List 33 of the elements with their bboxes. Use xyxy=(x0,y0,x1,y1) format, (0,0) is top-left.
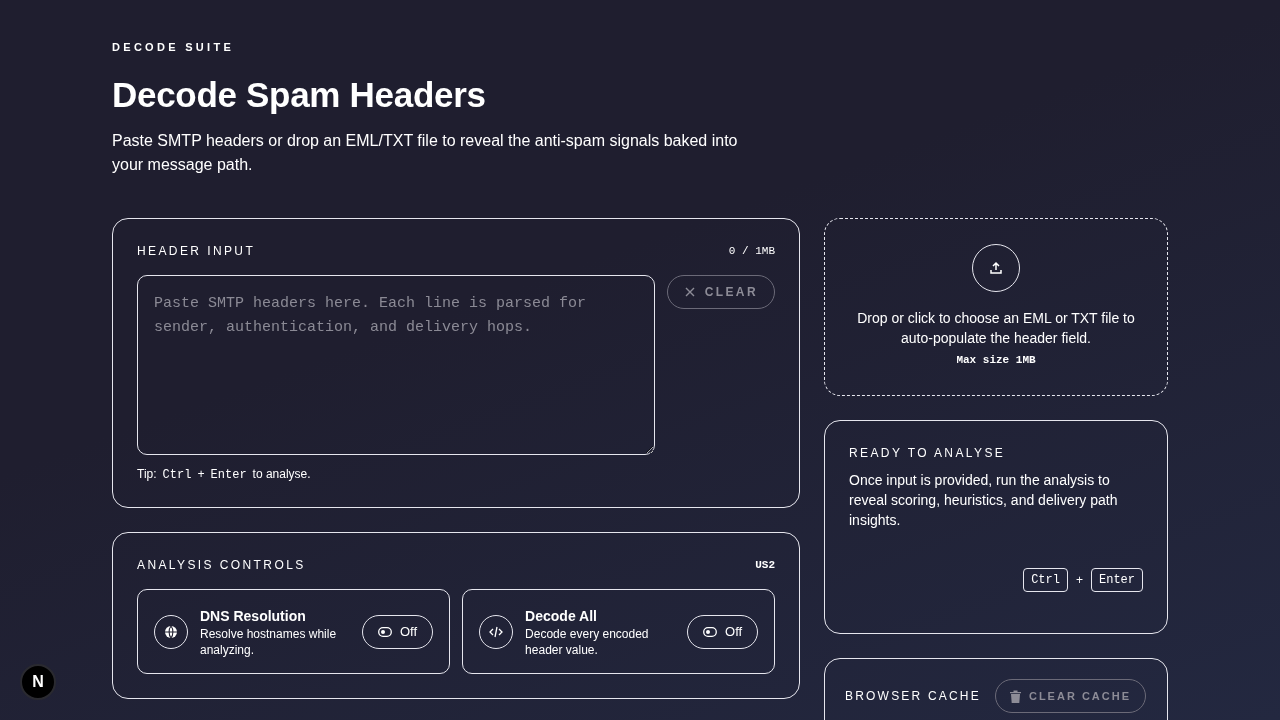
option-description: Decode every encoded header value. xyxy=(525,625,650,658)
trash-icon xyxy=(1009,689,1021,703)
option-title: DNS Resolution xyxy=(200,607,307,624)
card-title: ANALYSIS CONTROLS xyxy=(137,558,306,572)
brand-label: DECODE SUITE xyxy=(112,41,236,53)
file-dropzone[interactable]: Drop or click to choose an EML or TXT file to auto-populate the header field. Max size 1MB xyxy=(824,218,1168,396)
toggle-icon xyxy=(378,626,392,637)
key-cap: Ctrl xyxy=(1023,568,1068,592)
toggle-icon xyxy=(703,626,718,637)
plus-sign: + xyxy=(197,468,205,482)
version-label: US2 xyxy=(755,559,775,571)
close-icon xyxy=(683,286,696,298)
tip-text: to analyse. xyxy=(252,467,311,481)
max-size-label: Max size 1MB xyxy=(956,354,1036,366)
code-icon xyxy=(489,625,504,638)
dev-badge[interactable]: N xyxy=(20,664,56,700)
plus-sign: + xyxy=(1075,573,1083,587)
key-cap: Enter xyxy=(1091,568,1143,592)
ready-text: Once input is provided, run the analysis to reveal scoring, heuristics, and delivery path insights. xyxy=(849,471,1119,530)
option-title: Decode All xyxy=(525,607,598,624)
header-input-field[interactable]: Paste SMTP headers here. Each line is parsed for sender, authentication, and delivery hops. xyxy=(137,275,655,455)
key-label: Ctrl xyxy=(162,468,192,482)
dropzone-text: Drop or click to choose an EML or TXT file to auto-populate the header field. xyxy=(856,309,1136,348)
page-subtitle: Paste SMTP headers or drop an EML/TXT file to reveal the anti-spam signals baked into your message path. xyxy=(112,131,739,175)
card-title: BROWSER CACHE xyxy=(845,689,981,703)
card-title: HEADER INPUT xyxy=(137,244,256,258)
tip-label: Tip: xyxy=(137,467,157,481)
option-description: Resolve hostnames while analyzing. xyxy=(200,625,338,658)
page-title: Decode Spam Headers xyxy=(112,75,487,115)
card-title: READY TO ANALYSE xyxy=(849,446,1007,460)
key-label: Enter xyxy=(210,468,247,482)
globe-icon xyxy=(164,624,178,639)
size-counter: 0 / 1MB xyxy=(728,245,775,257)
